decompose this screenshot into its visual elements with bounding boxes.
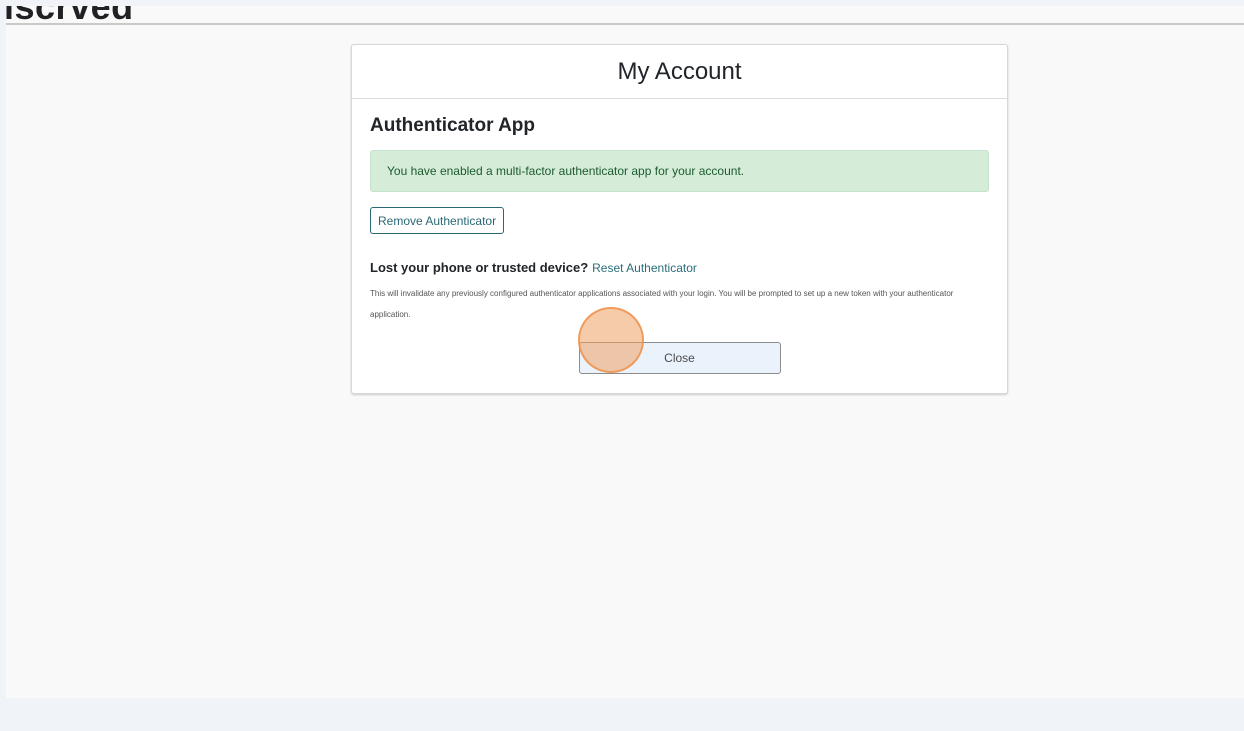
reset-warning-text: This will invalidate any previously conf… — [370, 289, 954, 319]
remove-authenticator-button[interactable]: Remove Authenticator — [370, 207, 505, 234]
lost-device-row: Lost your phone or trusted device? Reset… — [370, 260, 989, 275]
background-page-title: iscrved — [6, 6, 134, 23]
alert-text: You have enabled a multi-factor authenti… — [387, 164, 745, 178]
lost-device-heading: Lost your phone or trusted device? — [370, 260, 589, 275]
close-button[interactable]: Close — [578, 342, 781, 374]
my-account-modal: My Account Authenticator App You have en… — [351, 44, 1008, 394]
modal-body: Authenticator App You have enabled a mul… — [352, 99, 1007, 325]
app-viewport: iscrved My Account Authenticator App You… — [6, 6, 1244, 698]
modal-title: My Account — [617, 57, 742, 85]
reset-authenticator-link[interactable]: Reset Authenticator — [592, 261, 697, 275]
section-title: Authenticator App — [370, 115, 536, 136]
mfa-enabled-alert: You have enabled a multi-factor authenti… — [370, 150, 989, 192]
modal-footer: Close — [352, 342, 1007, 374]
background-page-header: iscrved — [6, 6, 1244, 25]
modal-header: My Account — [352, 45, 1007, 99]
